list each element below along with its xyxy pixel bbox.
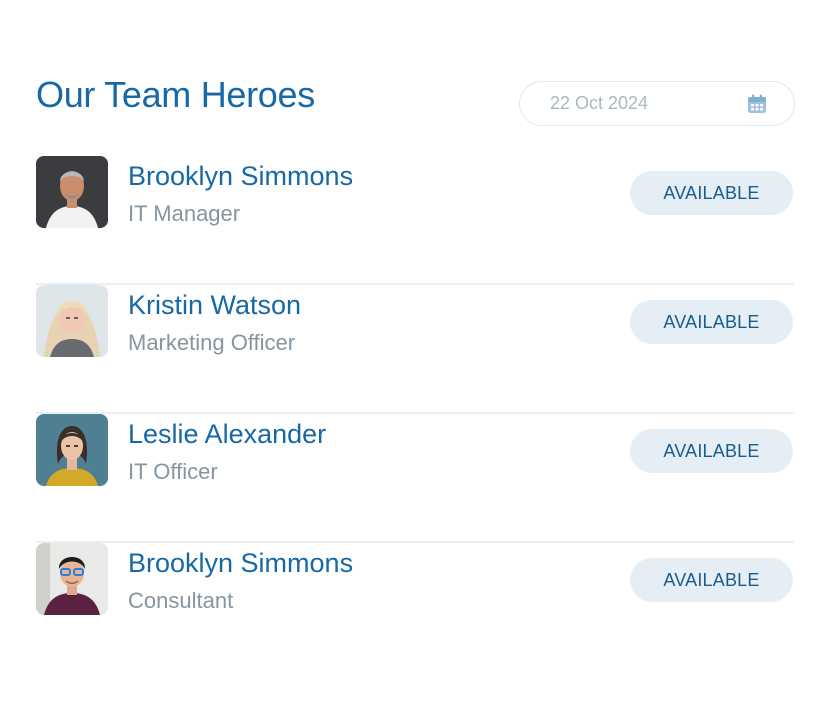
status-badge[interactable]: AVAILABLE	[630, 558, 793, 602]
status-badge[interactable]: AVAILABLE	[630, 429, 793, 473]
avatar[interactable]	[36, 543, 108, 615]
list-item[interactable]: Brooklyn Simmons Consultant AVAILABLE	[36, 543, 794, 672]
calendar-icon[interactable]	[746, 93, 768, 115]
member-name: Brooklyn Simmons	[128, 161, 354, 191]
member-role: IT Officer	[128, 459, 218, 484]
member-role: Marketing Officer	[128, 330, 296, 355]
avatar[interactable]	[36, 156, 108, 228]
status-badge[interactable]: AVAILABLE	[630, 300, 793, 344]
avatar[interactable]	[36, 414, 108, 486]
list-item[interactable]: Kristin Watson Marketing Officer AVAILAB…	[36, 285, 794, 414]
page-title: Our Team Heroes	[36, 74, 315, 115]
member-role: Consultant	[128, 588, 234, 613]
member-role: IT Manager	[128, 201, 241, 226]
list-item[interactable]: Brooklyn Simmons IT Manager AVAILABLE	[36, 156, 794, 285]
date-picker[interactable]: 22 Oct 2024	[519, 81, 795, 126]
member-name: Brooklyn Simmons	[128, 548, 354, 578]
avatar[interactable]	[36, 285, 108, 357]
status-badge[interactable]: AVAILABLE	[630, 171, 793, 215]
date-value[interactable]: 22 Oct 2024	[550, 93, 746, 114]
member-name: Leslie Alexander	[128, 419, 327, 449]
team-list: Brooklyn Simmons IT Manager AVAILABLE Kr…	[36, 156, 794, 672]
team-card: Our Team Heroes 22 Oct 2024 Brooklyn Sim…	[0, 0, 832, 706]
list-item[interactable]: Leslie Alexander IT Officer AVAILABLE	[36, 414, 794, 543]
member-name: Kristin Watson	[128, 290, 302, 320]
